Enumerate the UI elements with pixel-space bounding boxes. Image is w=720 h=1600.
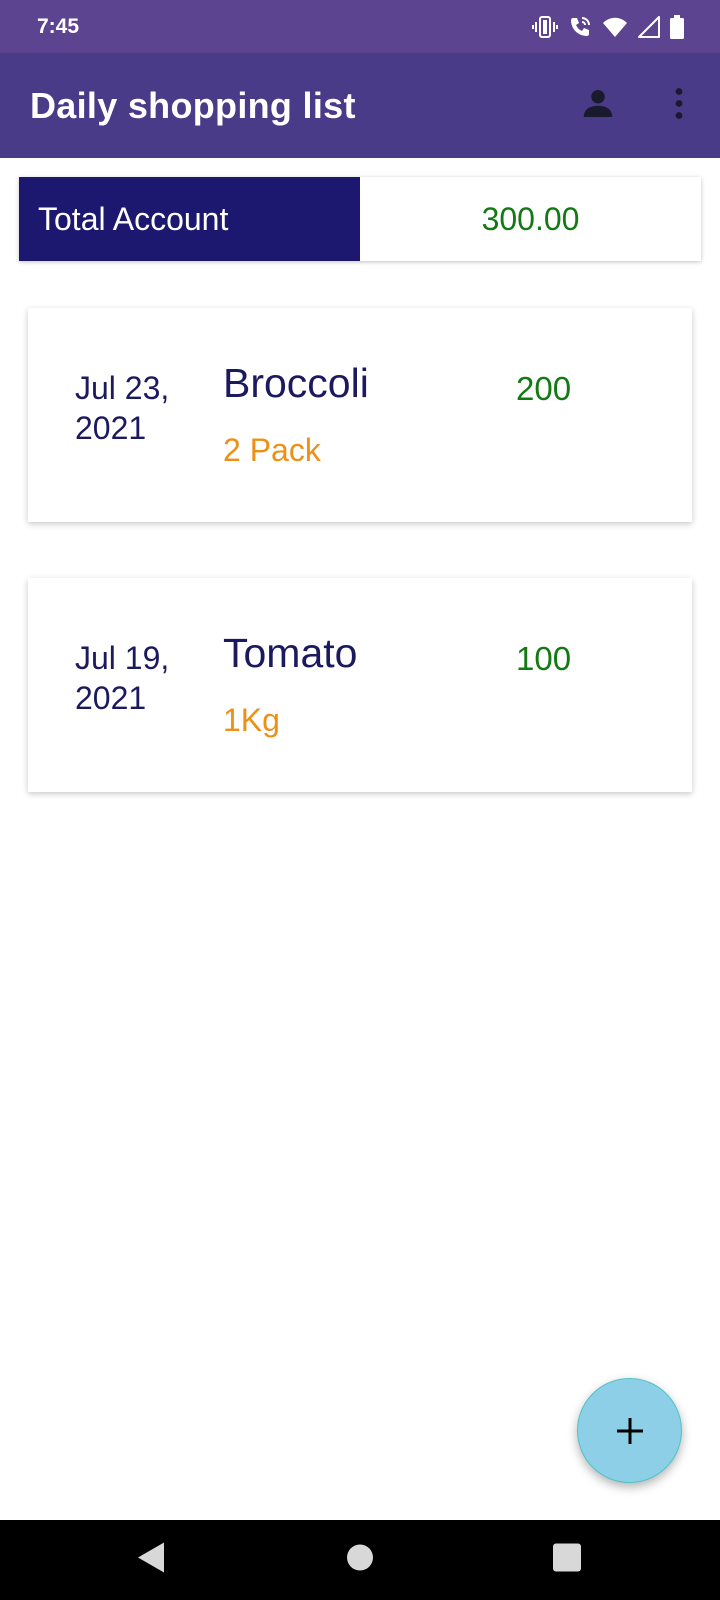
recents-button[interactable]: [552, 1543, 582, 1578]
status-bar: 7:45: [0, 0, 720, 53]
item-price: 100: [516, 640, 572, 677]
total-account-label: Total Account: [19, 177, 360, 261]
wifi-icon: [603, 17, 627, 37]
battery-icon: [670, 14, 684, 39]
item-name: Tomato: [223, 630, 358, 676]
app-bar: Daily shopping list: [0, 53, 720, 158]
item-quantity: 1Kg: [223, 702, 280, 738]
home-button[interactable]: [346, 1544, 374, 1577]
list-item[interactable]: Jul 19, 2021 Tomato 1Kg 100: [28, 578, 692, 792]
recents-icon: [553, 1543, 581, 1572]
item-date: Jul 19, 2021: [75, 640, 170, 716]
profile-button[interactable]: [580, 85, 616, 126]
navigation-bar: [0, 1520, 720, 1600]
item-date: Jul 23, 2021: [75, 370, 170, 446]
back-button[interactable]: [136, 1541, 166, 1580]
more-vert-icon: [675, 87, 683, 119]
item-quantity: 2 Pack: [223, 432, 321, 468]
item-price: 200: [516, 370, 572, 407]
item-name: Broccoli: [223, 360, 369, 406]
list-item[interactable]: Jul 23, 2021 Broccoli 2 Pack 200: [28, 308, 692, 522]
more-options-button[interactable]: [668, 85, 690, 126]
total-account-card: Total Account 300.00: [19, 177, 701, 261]
home-icon: [347, 1544, 373, 1571]
status-icons: [532, 14, 684, 39]
add-item-button[interactable]: [577, 1378, 682, 1483]
plus-icon: [616, 1417, 643, 1444]
vibrate-icon: [532, 15, 558, 38]
page-title: Daily shopping list: [30, 84, 356, 126]
wifi-call-icon: [571, 16, 590, 36]
back-icon: [138, 1542, 164, 1573]
profile-icon: [583, 89, 613, 117]
signal-icon: [638, 15, 660, 38]
total-account-value: 300.00: [481, 200, 580, 237]
status-time: 7:45: [37, 14, 80, 38]
